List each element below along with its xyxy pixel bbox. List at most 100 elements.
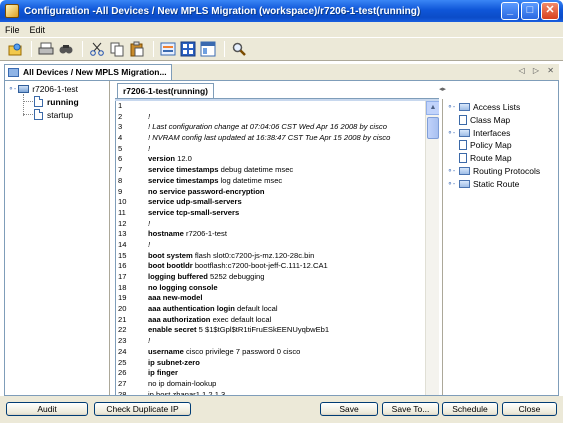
line-number: 24 [118,346,127,356]
line-number: 18 [118,282,127,292]
feature-node[interactable]: ⚬- Static Route [447,179,519,189]
copy-icon[interactable] [108,40,126,58]
tree-connector [23,101,33,102]
document-icon [459,153,467,164]
compare-icon[interactable] [159,40,177,58]
line-number: 12 [118,218,127,228]
keyword: username [148,346,184,356]
argument: 5 $1$tGpl$tR1tiFruESkEENUyqbwEb1 [196,325,330,335]
open-icon[interactable] [6,40,24,58]
expand-key-icon[interactable]: ⚬- [447,129,457,137]
device-node[interactable]: ⚬- r7206-1-test [8,84,78,94]
search-icon[interactable] [230,40,248,58]
scroll-up-icon[interactable]: ▲ [426,101,439,115]
config-node-startup[interactable]: startup [34,109,73,120]
minimize-button[interactable]: _ [501,2,519,20]
keyword: enable secret [148,325,197,335]
close-button[interactable]: Close [502,402,557,416]
splitter-arrows-icon[interactable]: ◂▸ [439,85,446,93]
line-text: ! [148,336,150,347]
keyword: aaa authorization [148,314,211,324]
save-to-button[interactable]: Save To... [382,402,439,416]
document-icon [34,96,43,107]
feature-node[interactable]: ⚬- Interfaces [447,128,510,138]
line-text: ! [148,144,150,155]
menu-file[interactable]: File [5,25,20,35]
line-text: username cisco privilege 7 password 0 ci… [148,347,300,358]
argument: log datetime msec [218,175,283,185]
keyword: logging buffered [148,272,208,281]
close-window-button[interactable]: ✕ [541,2,559,20]
code-line: 8 service timestamps log datetime msec [116,176,424,187]
save-button[interactable]: Save [320,402,378,416]
code-line: 22 enable secret 5 $1$tGpl$tR1tiFruESkEEN… [116,325,424,336]
feature-node[interactable]: ⚬- Routing Protocols [447,166,540,176]
argument: ! [148,336,151,346]
keyword: no service password-encryption [148,186,265,196]
code-line: 19 aaa new-model [116,293,424,304]
config-node-running[interactable]: running [34,96,79,107]
argument: ! Last configuration change at 07:04:06 … [148,122,387,132]
editor-tab[interactable]: r7206-1-test(running) [117,83,215,98]
keyword: boot system [148,250,193,260]
audit-button[interactable]: Audit [6,402,88,416]
line-text: aaa authorization exec default local [148,315,271,326]
tree-connector [23,94,24,116]
code-line: 15 boot system flash slot0:c7200-js-mz.12… [116,251,424,262]
line-number: 11 [118,207,126,217]
content-frame: ⚬- r7206-1-test running startup r7206-1-… [4,80,559,396]
feature-label: Interfaces [473,127,511,138]
line-text: ip host zhanar1 1.2.1.3 [148,390,225,395]
cut-icon[interactable] [88,40,106,58]
line-number: 7 [118,165,123,175]
check-duplicate-ip-button[interactable]: Check Duplicate IP [94,402,191,416]
keyword: ip subnet-zero [148,357,200,367]
line-text: boot bootldr bootflash:c7200-boot-jeff-C… [148,261,328,272]
line-text: aaa authentication login default local [148,304,278,315]
paste-icon[interactable] [128,40,146,58]
line-text: service tcp-small-servers [148,208,239,219]
line-number: 6 [118,154,123,164]
workspace-tab[interactable]: All Devices / New MPLS Migration... [4,64,172,80]
code-line: 20 aaa authentication login default local [116,304,424,315]
menu-edit[interactable]: Edit [30,25,46,35]
code-line: 14! [116,240,424,251]
schedule-button[interactable]: Schedule [442,402,498,416]
feature-node[interactable]: Route Map [459,153,512,164]
code-area[interactable]: 1 2! 3! Last configuration change at 07:04… [115,101,439,395]
vertical-scrollbar[interactable]: ▲ [425,101,439,395]
code-line: 18 no logging console [116,283,424,294]
line-number: 27 [118,378,127,388]
expand-key-icon[interactable]: ⚬- [447,103,457,111]
feature-node[interactable]: ⚬- Access Lists [447,102,520,112]
argument: r7206-1-test [183,229,227,239]
print-icon[interactable] [37,40,55,58]
code-line: 11 service tcp-small-servers [116,208,424,219]
maximize-button[interactable]: □ [521,2,539,20]
feature-node[interactable]: Policy Map [459,140,512,151]
line-number: 8 [118,175,123,185]
layout-icon[interactable] [199,40,217,58]
find-icon[interactable] [57,40,75,58]
feature-node[interactable]: Class Map [459,114,510,125]
code-line: 10 service udp-small-servers [116,197,424,208]
grid-icon[interactable] [179,40,197,58]
expand-key-icon[interactable]: ⚬- [8,85,16,93]
router-icon [18,85,30,93]
line-text: ! [148,240,150,251]
scroll-thumb[interactable] [427,117,439,139]
keyword: aaa new-model [148,293,203,303]
expand-key-icon[interactable]: ⚬- [447,167,457,175]
line-text: ! [148,219,150,230]
argument: ! [148,143,151,153]
code-line: 25 ip subnet-zero [116,358,424,369]
expand-key-icon[interactable]: ⚬- [447,180,457,188]
code-line: 28 ip host zhanar1 1.2.1.3 [116,390,424,395]
tab-nav-controls[interactable]: ◁ ▷ ✕ [519,66,557,75]
code-line: 5! [116,144,424,155]
keyword: ip finger [148,368,178,378]
toolbar-separator [153,41,154,57]
folder-icon [459,128,470,137]
line-text: ip finger [148,368,178,379]
line-text: version 12.0 [148,154,192,165]
